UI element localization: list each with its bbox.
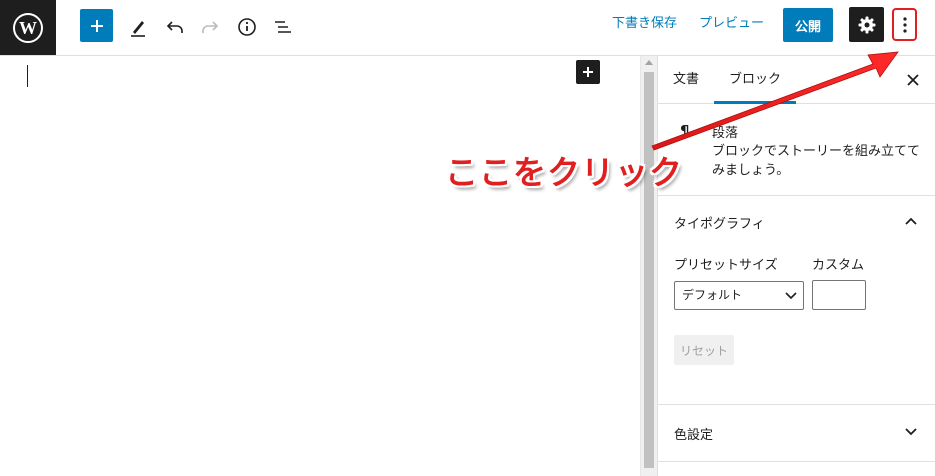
redo-button[interactable] <box>193 10 227 44</box>
undo-button[interactable] <box>158 10 192 44</box>
plus-icon <box>583 67 593 77</box>
settings-button[interactable] <box>849 7 884 42</box>
color-settings-toggle[interactable]: 色設定 <box>674 424 713 443</box>
custom-size-label: カスタム <box>812 258 865 273</box>
chevron-up-icon[interactable] <box>904 214 918 228</box>
details-button[interactable] <box>230 10 264 44</box>
list-view-icon <box>275 21 291 33</box>
custom-size-input[interactable] <box>812 280 866 310</box>
text-caret <box>27 65 28 87</box>
sidebar-tabs: 文書 ブロック <box>658 56 935 104</box>
chevron-down-icon[interactable] <box>904 425 918 439</box>
block-inserter-button[interactable] <box>576 60 600 84</box>
save-draft-button[interactable]: 下書き保存 <box>612 15 677 33</box>
more-vertical-icon <box>902 16 907 33</box>
preset-size-select[interactable]: デフォルト <box>674 281 804 310</box>
list-view-button[interactable] <box>266 10 300 44</box>
redo-icon <box>202 21 219 33</box>
pilcrow-icon: ¶ <box>680 122 690 140</box>
preset-size-label: プリセットサイズ <box>674 258 778 273</box>
plus-icon <box>90 19 103 32</box>
preset-size-value: デフォルト <box>682 288 743 302</box>
publish-button[interactable]: 公開 <box>783 8 833 42</box>
annotation-label: ここをクリック <box>445 153 683 192</box>
add-block-button[interactable] <box>80 9 113 42</box>
editor-header: W 下書き保存 プレビュー 公開 <box>0 0 935 56</box>
tab-block[interactable]: ブロック <box>714 56 796 104</box>
more-options-button[interactable] <box>892 8 917 41</box>
settings-sidebar: 文書 ブロック ¶ 段落 ブロックでストーリーを組み立ててみましょう。 タイポグ… <box>657 56 935 476</box>
close-sidebar-button[interactable] <box>904 71 922 89</box>
scroll-up-arrow[interactable] <box>645 60 653 65</box>
gear-icon <box>858 16 875 33</box>
block-title: 段落 <box>712 126 739 141</box>
wordpress-logo[interactable]: W <box>0 0 56 55</box>
undo-icon <box>166 21 183 33</box>
preview-button[interactable]: プレビュー <box>699 15 764 33</box>
typography-panel-toggle[interactable]: タイポグラフィ <box>674 213 765 232</box>
block-card: ¶ 段落 ブロックでストーリーを組み立ててみましょう。 <box>658 104 935 196</box>
pencil-icon <box>131 21 145 37</box>
reset-button[interactable]: リセット <box>674 335 734 365</box>
block-description: ブロックでストーリーを組み立ててみましょう。 <box>712 144 921 178</box>
tab-document[interactable]: 文書 <box>673 56 699 104</box>
close-icon <box>907 74 919 86</box>
svg-text:W: W <box>19 18 37 38</box>
wordpress-logo-icon: W <box>13 12 43 43</box>
info-icon <box>238 18 256 36</box>
typography-panel: タイポグラフィ プリセットサイズ カスタム デフォルト リセット <box>658 196 935 405</box>
tools-button[interactable] <box>121 10 155 44</box>
editor-scrollbar[interactable] <box>640 56 657 476</box>
editor-canvas[interactable] <box>0 56 640 476</box>
chevron-down-icon <box>785 292 797 300</box>
scrollbar-thumb[interactable] <box>644 72 654 468</box>
color-settings-panel: 色設定 <box>658 405 935 462</box>
